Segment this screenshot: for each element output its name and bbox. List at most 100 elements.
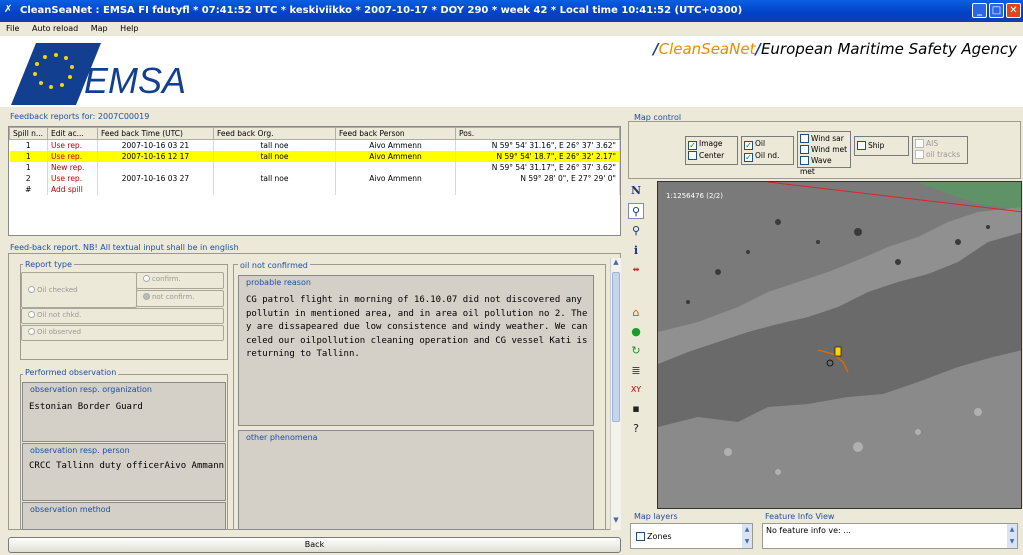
oil-group: ✓ Oil ✓ Oil nd. [741,136,794,165]
checkbox-icon [915,139,924,148]
radio-icon [143,293,150,300]
cell-pos: N 59° 54' 31.16", E 26° 37' 3.62" [455,139,620,151]
form-scrollbar[interactable]: ▲ ▼ [610,258,621,530]
menu-help[interactable]: Help [114,22,142,33]
oil-nd-checkbox[interactable]: ✓ Oil nd. [744,150,791,162]
map-scale: 1:1256476 (2/2) [666,192,723,200]
observation-org-field[interactable]: observation resp. organization Estonian … [22,382,226,442]
oil-checked-radio[interactable]: Oil checked [21,272,137,308]
feature-info-label: Feature Info View [765,512,835,521]
oil-not-checked-radio[interactable]: Oil not chkd. [21,308,224,324]
layers-scroll-icon[interactable]: ▲ ▼ [742,524,752,548]
feature-info-view: No feature info ve: ... ▲ ▼ [762,523,1018,549]
oil-observed-radio[interactable]: Oil observed [21,325,224,341]
map-layers-list: Zones ▲ ▼ [630,523,753,549]
cell-org: tall noe [213,139,336,151]
menu-file[interactable]: File [0,22,23,33]
confirm-radio[interactable]: confirm. [136,272,224,289]
cell-time: 2007-10-16 12 17 [97,150,214,162]
cell-pos: N 59° 54' 31.17", E 26° 37' 3.62" [455,161,620,173]
probable-reason-text: CG patrol flight in morning of 16.10.07 … [246,295,588,359]
ais-checkbox[interactable]: AIS [915,138,965,149]
minimize-button[interactable]: _ [972,3,987,18]
menu-auto-reload[interactable]: Auto reload [26,22,82,33]
sar-map[interactable]: 1:1256476 (2/2) [657,181,1022,509]
refresh-icon[interactable]: ↻ [628,343,644,359]
scroll-up-icon[interactable]: ▲ [612,258,620,270]
center-checkbox[interactable]: Center [688,150,735,161]
oil-tracks-checkbox[interactable]: oil tracks [915,149,965,160]
table-row[interactable]: 1 Use rep. 2007-10-16 12 17 tall noe Aivo Am… [9,150,620,162]
other-phenomena-field[interactable]: other phenomena [238,430,594,530]
check-icon: ✓ [744,153,753,162]
checkbox-icon [800,156,809,165]
observation-method-label: observation method [30,505,111,514]
oil-checkbox[interactable]: ✓ Oil [744,138,791,150]
observation-method-field[interactable]: observation method [22,502,226,530]
measure-icon[interactable]: ⇹ [628,262,644,278]
cell-person: Aivo Ammenn [335,139,456,151]
checkbox-icon [800,134,809,143]
wind-sar-checkbox[interactable]: Wind sar [800,133,848,144]
zoom-out-icon[interactable]: ⚲ [628,223,644,239]
layers-icon[interactable]: ≣ [628,363,644,379]
close-button[interactable]: ✕ [1006,3,1021,18]
image-checkbox[interactable]: ✓ Image [688,138,735,150]
cell-time [97,183,214,195]
forward-icon[interactable]: ● [628,324,644,340]
observation-org-label: observation resp. organization [30,385,152,394]
col-org[interactable]: Feed back Org. [213,127,336,140]
zoom-in-icon[interactable]: ⚲ [628,203,644,219]
check-icon: ✓ [744,141,753,150]
wave-met-checkbox[interactable]: Wave met [800,155,848,177]
cell-person: Aivo Ammenn [335,172,456,184]
home-icon[interactable]: ⌂ [628,305,644,321]
zones-checkbox[interactable]: Zones [636,532,672,541]
feature-scroll-icon[interactable]: ▲ ▼ [1007,524,1017,548]
title-bar: ✗ CleanSeaNet : EMSA FI fdutyfl * 07:41:… [0,0,1023,22]
table-row[interactable]: 1 New rep. N 59° 54' 31.17", E 26° 37' 3.6… [9,161,620,173]
wind-met-checkbox[interactable]: Wind met [800,144,848,155]
cell-person [335,183,456,195]
cell-action[interactable]: Use rep. [47,150,98,162]
feature-info-text: No feature info ve: ... [766,526,851,535]
not-confirm-radio[interactable]: not confirm. [136,290,224,307]
feedback-title: Feedback reports for: 2007C00019 [10,112,150,121]
image-group: ✓ Image Center [685,136,738,165]
maximize-button[interactable]: □ [989,3,1004,18]
ship-checkbox[interactable]: Ship [857,140,906,151]
checkbox-icon [636,532,645,541]
cell-action[interactable]: New rep. [47,161,98,173]
menu-map[interactable]: Map [85,22,112,33]
radio-icon [28,286,35,293]
col-person[interactable]: Feed back Person [335,127,456,140]
info-icon[interactable]: i [628,243,644,259]
scroll-down-icon[interactable]: ▼ [612,516,620,528]
cell-action[interactable]: Use rep. [47,172,98,184]
cell-spill: 1 [9,150,48,162]
col-spill[interactable]: Spill n... [9,127,48,140]
oil-not-confirmed-label: oil not confirmed [238,261,310,270]
probable-reason-field[interactable]: probable reason CG patrol flight in morn… [238,275,594,426]
col-edit[interactable]: Edit ac... [47,127,98,140]
save-icon[interactable]: ▪ [628,401,644,417]
table-row[interactable]: 1 Use rep. 2007-10-16 03 21 tall noe Aivo Am… [9,139,620,151]
cell-spill: 2 [9,172,48,184]
back-button[interactable]: Back [8,537,621,553]
help-icon[interactable]: ? [628,421,644,437]
radio-icon [143,275,150,282]
table-row[interactable]: # Add spill [9,183,620,195]
xy-icon[interactable]: XY [628,382,644,398]
cell-org [213,183,336,195]
cell-spill: 1 [9,139,48,151]
cell-action[interactable]: Add spill [47,183,98,195]
observation-person-field[interactable]: observation resp. person CRCC Tallinn du… [22,443,226,501]
north-arrow-icon[interactable]: N [628,183,644,199]
table-row[interactable]: 2 Use rep. 2007-10-16 03 27 tall noe Aivo Am… [9,172,620,184]
col-pos[interactable]: Pos. [455,127,620,140]
map-toolbar: N ⚲ ⚲ i ⇹ ⌂ ● ↻ ≣ XY ▪ ? [628,183,646,443]
scroll-thumb[interactable] [612,272,620,422]
map-layers-label: Map layers [634,512,678,521]
col-time[interactable]: Feed back Time (UTC) [97,127,214,140]
cell-action[interactable]: Use rep. [47,139,98,151]
